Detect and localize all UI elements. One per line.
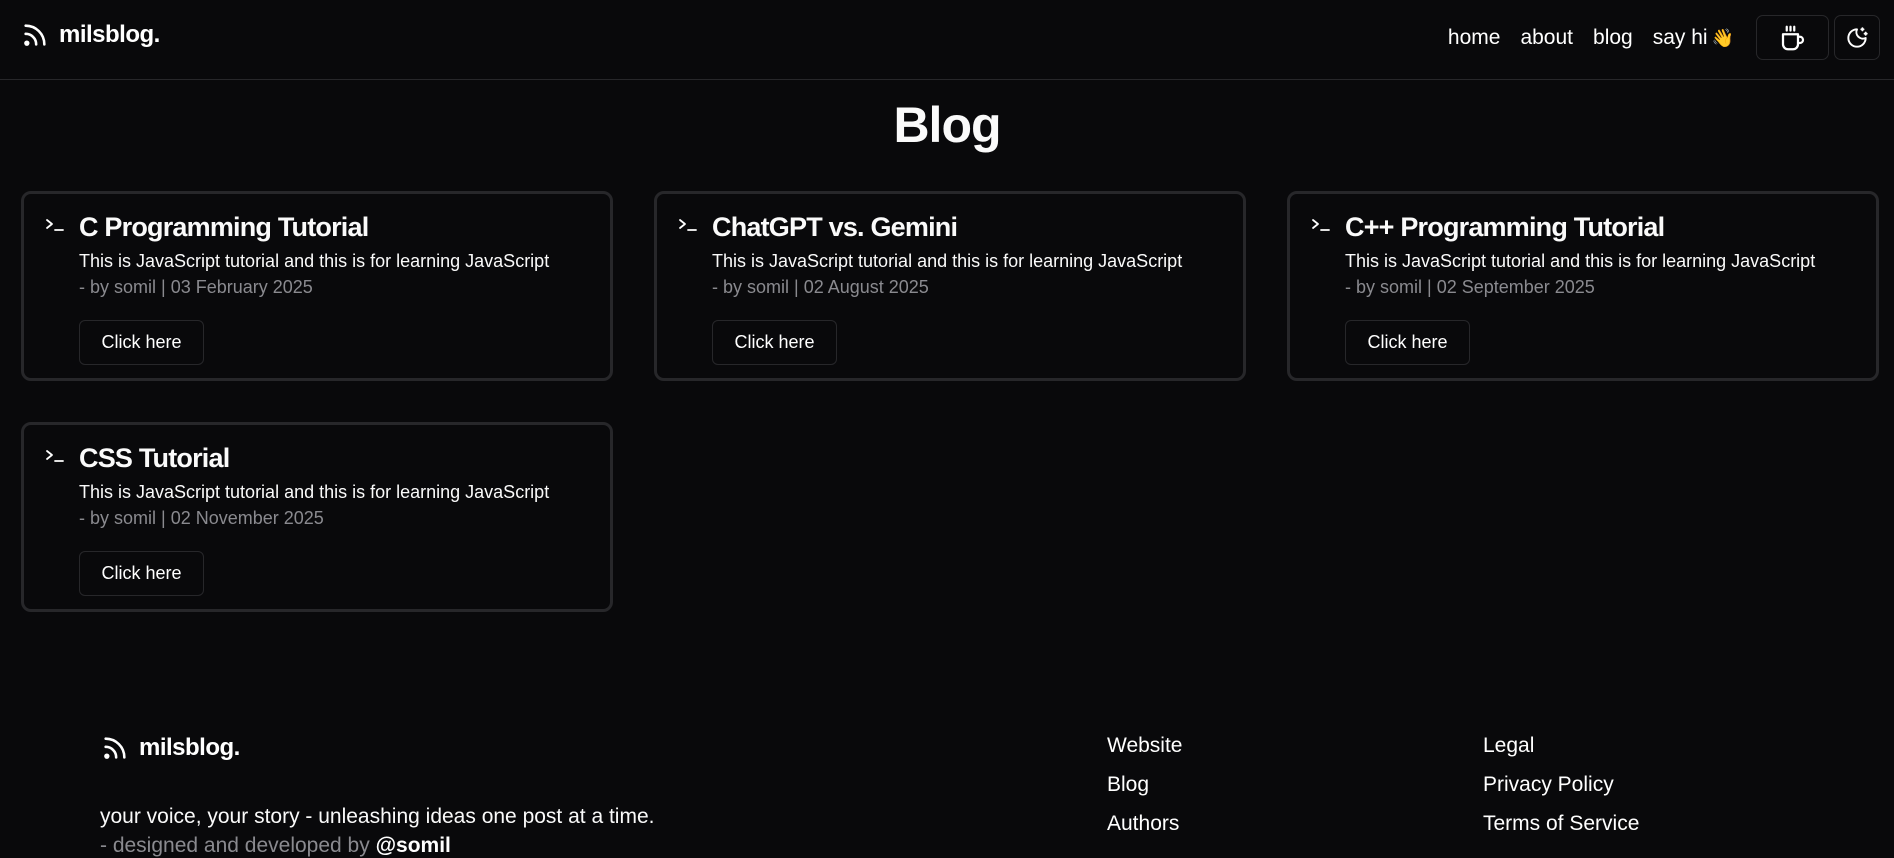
footer-credit-prefix: - designed and developed by — [100, 834, 370, 857]
footer-link-website[interactable]: Website — [1107, 734, 1182, 758]
site-header: milsblog. home about blog say hi 👋 — [0, 0, 1894, 80]
post-title: C Programming Tutorial — [79, 212, 369, 242]
footer-link-terms-of-service[interactable]: Terms of Service — [1483, 812, 1639, 836]
nav-say-hi[interactable]: say hi 👋 — [1653, 26, 1734, 50]
coffee-cup-icon — [1781, 25, 1804, 50]
rss-icon — [104, 737, 126, 759]
post-card: CSS Tutorial This is JavaScript tutorial… — [21, 422, 613, 612]
post-meta: - by somil | 02 September 2025 — [1345, 277, 1595, 297]
site-footer: milsblog. your voice, your story - unlea… — [0, 720, 1894, 858]
post-description: This is JavaScript tutorial and this is … — [712, 251, 1183, 271]
terminal-prompt-icon — [1312, 219, 1330, 231]
read-post-button[interactable]: Click here — [79, 551, 204, 596]
post-meta: - by somil | 02 August 2025 — [712, 277, 929, 297]
post-description: This is JavaScript tutorial and this is … — [79, 482, 550, 502]
post-title: CSS Tutorial — [79, 443, 230, 473]
post-title: C++ Programming Tutorial — [1345, 212, 1665, 242]
footer-brand-link[interactable]: milsblog. — [101, 734, 240, 762]
nav-say-hi-label: say hi — [1652, 26, 1708, 49]
footer-link-blog[interactable]: Blog — [1107, 773, 1182, 797]
post-description: This is JavaScript tutorial and this is … — [79, 251, 550, 271]
footer-link-authors[interactable]: Authors — [1107, 812, 1182, 836]
post-card: C Programming Tutorial This is JavaScrip… — [21, 191, 613, 381]
footer-links-column: Website Blog Authors — [1107, 734, 1182, 836]
theme-toggle-button[interactable] — [1834, 15, 1880, 60]
main-nav: home about blog say hi 👋 — [1448, 26, 1734, 50]
post-meta: - by somil | 03 February 2025 — [79, 277, 313, 297]
terminal-prompt-icon — [679, 219, 697, 231]
post-card: C++ Programming Tutorial This is JavaScr… — [1287, 191, 1879, 381]
terminal-prompt-icon — [46, 219, 64, 231]
read-post-button[interactable]: Click here — [1345, 320, 1470, 365]
read-post-button[interactable]: Click here — [79, 320, 204, 365]
brand-name: milsblog. — [59, 21, 160, 48]
author-handle-link[interactable]: @somil — [376, 834, 451, 857]
post-meta: - by somil | 02 November 2025 — [79, 508, 324, 528]
terminal-prompt-icon — [46, 450, 64, 462]
footer-credit: - designed and developed by @somil — [100, 834, 451, 858]
nav-about[interactable]: about — [1520, 26, 1573, 50]
post-description: This is JavaScript tutorial and this is … — [1345, 251, 1816, 271]
nav-home[interactable]: home — [1448, 26, 1501, 50]
page-title: Blog — [893, 97, 1001, 153]
moon-stars-icon — [1847, 26, 1868, 48]
footer-link-privacy-policy[interactable]: Privacy Policy — [1483, 773, 1639, 797]
read-post-button[interactable]: Click here — [712, 320, 837, 365]
post-title: ChatGPT vs. Gemini — [712, 212, 958, 242]
brand-link[interactable]: milsblog. — [21, 21, 160, 49]
coffee-button[interactable] — [1756, 15, 1829, 60]
footer-brand-name: milsblog. — [139, 734, 240, 761]
footer-tagline: your voice, your story - unleashing idea… — [100, 805, 655, 828]
footer-legal-column: Legal Privacy Policy Terms of Service — [1483, 734, 1639, 836]
post-card: ChatGPT vs. Gemini This is JavaScript tu… — [654, 191, 1246, 381]
rss-icon — [24, 24, 46, 46]
waving-hand-icon: 👋 — [1711, 28, 1734, 48]
nav-blog[interactable]: blog — [1593, 26, 1633, 50]
footer-link-legal[interactable]: Legal — [1483, 734, 1639, 758]
